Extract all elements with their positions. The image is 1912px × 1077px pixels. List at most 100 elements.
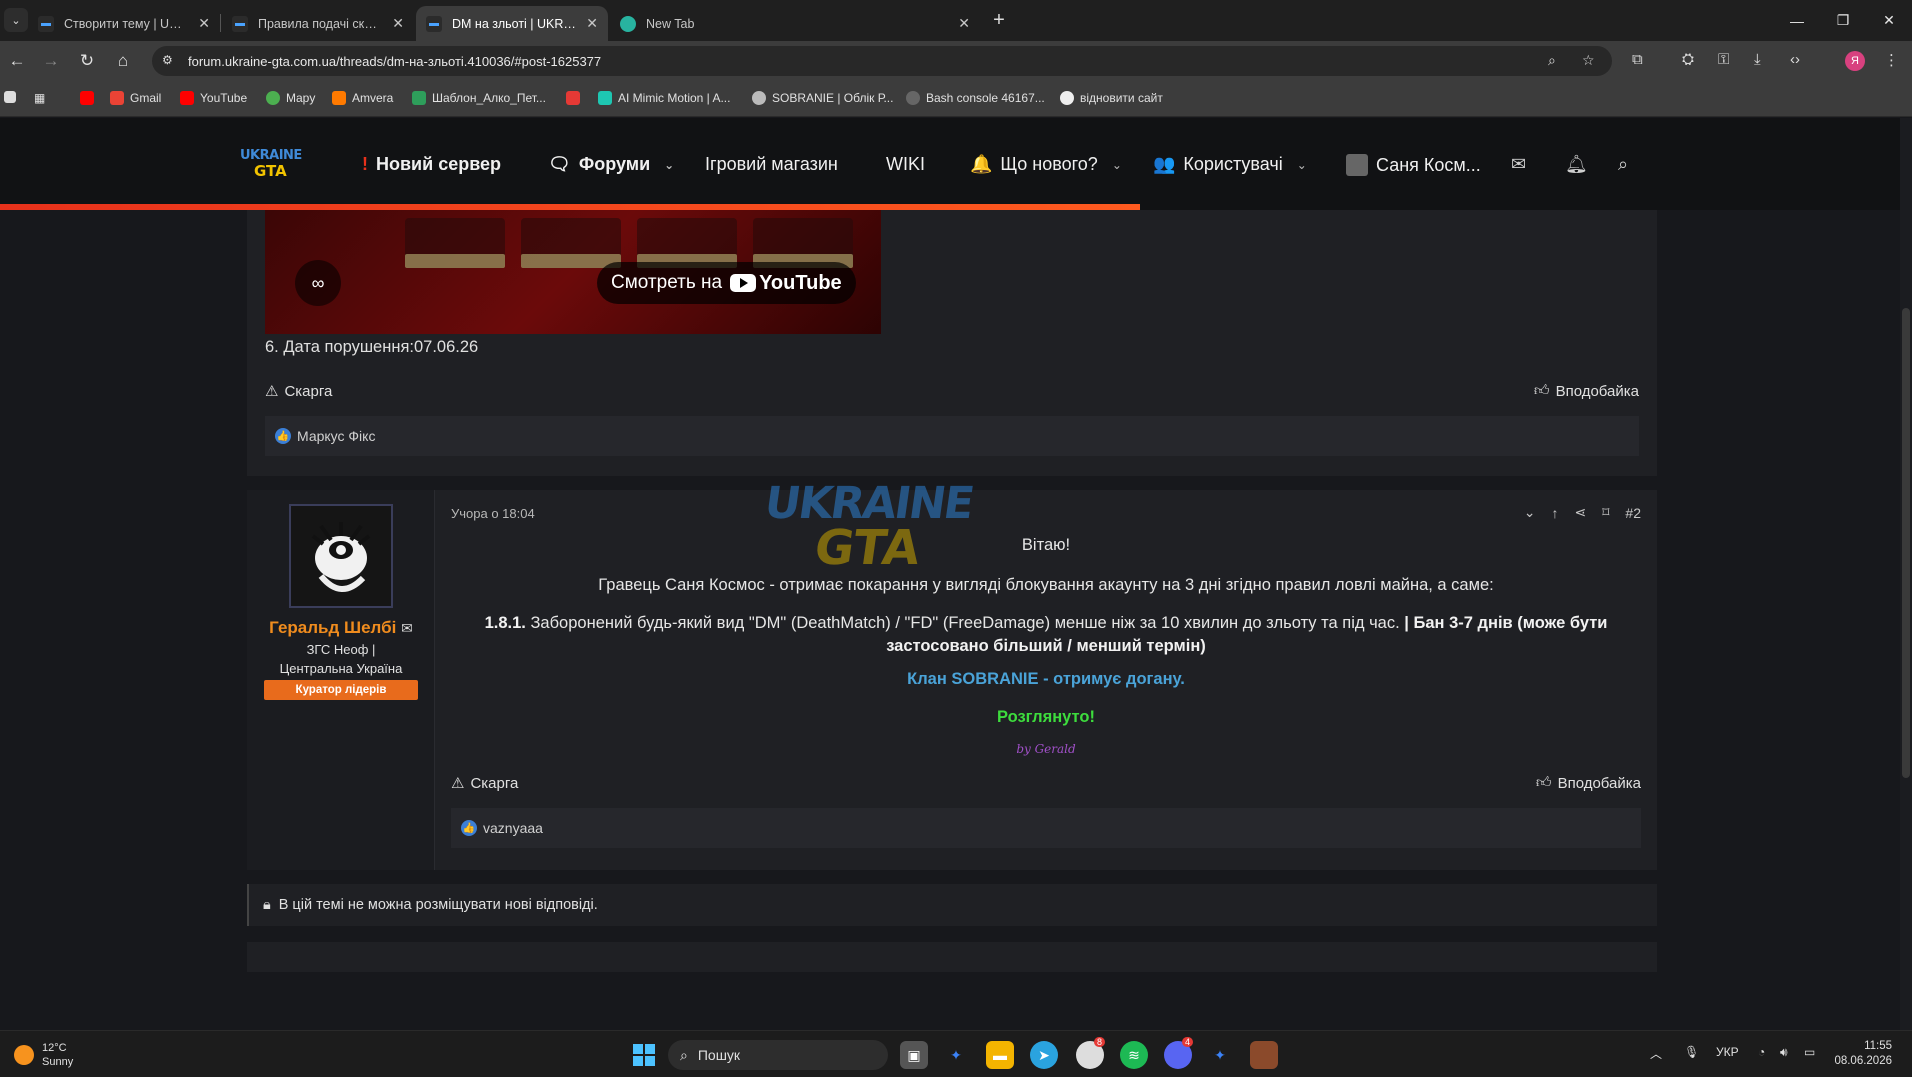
- reload-icon[interactable]: ↻: [74, 48, 100, 74]
- site-info-icon[interactable]: ⚙: [162, 53, 178, 69]
- telegram-icon[interactable]: ➤: [1030, 1041, 1058, 1069]
- nav-wiki[interactable]: WIKI: [886, 154, 925, 175]
- share-icon[interactable]: ⋖: [1575, 504, 1587, 521]
- bookmark-mapy[interactable]: Мapy: [266, 91, 315, 105]
- author-name[interactable]: Геральд Шелбі ✉: [247, 618, 435, 638]
- taskbar-search[interactable]: ⌕ Пошук: [668, 1040, 888, 1070]
- bookmark-ai-mimic[interactable]: AI Mimic Motion | A...: [598, 91, 730, 105]
- post-number[interactable]: #2: [1625, 505, 1641, 521]
- windows-start-icon[interactable]: [630, 1041, 658, 1069]
- arrow-up-icon[interactable]: ↑: [1552, 505, 1559, 521]
- bookmark-amvera[interactable]: Amvera: [332, 91, 393, 105]
- bookmark-red-figure[interactable]: [566, 91, 580, 105]
- discord-icon[interactable]: 4: [1164, 1037, 1194, 1069]
- bookmark-label: Gmail: [130, 91, 162, 105]
- chevron-down-icon[interactable]: ⌄: [1297, 158, 1307, 172]
- message-envelope-icon[interactable]: ✉: [401, 620, 413, 636]
- new-tab-button[interactable]: +: [987, 8, 1011, 32]
- devtools-code-icon[interactable]: ‹›: [1790, 51, 1800, 68]
- restore-button[interactable]: ❐: [1820, 0, 1866, 41]
- game-app-icon[interactable]: [1250, 1041, 1278, 1069]
- home-icon[interactable]: ⌂: [110, 48, 136, 74]
- nav-account[interactable]: Саня Косм...: [1346, 154, 1481, 176]
- back-arrow-icon[interactable]: ←: [4, 48, 30, 74]
- close-window-button[interactable]: ✕: [1866, 0, 1912, 41]
- author-avatar[interactable]: [289, 504, 393, 608]
- address-bar[interactable]: ⚙ forum.ukraine-gta.com.ua/threads/dm-на…: [152, 46, 1612, 76]
- bookmark-gmail[interactable]: Gmail: [110, 91, 161, 105]
- scrollbar-thumb[interactable]: [1902, 308, 1910, 778]
- reaction-user-link[interactable]: Маркус Фікс: [297, 428, 375, 444]
- password-key-icon[interactable]: ⚿: [1718, 51, 1729, 68]
- incognito-icon[interactable]: ⛭: [1682, 51, 1694, 68]
- close-tab-icon[interactable]: ✕: [198, 15, 210, 32]
- search-icon[interactable]: ⌕: [1618, 154, 1628, 175]
- nav-shop[interactable]: Ігровий магазин: [705, 154, 838, 175]
- youtube-embed[interactable]: ∞ Смотреть на YouTube: [265, 210, 881, 334]
- bookmark-icon[interactable]: ⌑: [1602, 504, 1609, 521]
- minimize-button[interactable]: —: [1774, 0, 1820, 41]
- zoom-icon[interactable]: ⌕: [1548, 52, 1556, 69]
- close-tab-icon[interactable]: ✕: [586, 15, 598, 32]
- site-logo[interactable]: UKRAINE GTA: [240, 148, 302, 182]
- nav-whats-new[interactable]: 🔔 Що нового? ⌄: [970, 154, 1122, 175]
- copy-link-icon[interactable]: ∞: [295, 260, 341, 306]
- close-tab-icon[interactable]: ✕: [392, 15, 404, 32]
- weather-widget[interactable]: 12°C Sunny: [14, 1041, 73, 1069]
- butterfly-app-2-icon[interactable]: ✦: [1206, 1041, 1234, 1069]
- tab-search-button[interactable]: ⌄: [4, 8, 28, 32]
- browser-tab-active[interactable]: DM на зльоті | UKRAINE GTA - ✕: [416, 6, 608, 41]
- forward-arrow-icon[interactable]: →: [38, 48, 64, 74]
- alerts-bell-icon[interactable]: 🔔︎: [1565, 154, 1588, 175]
- report-link[interactable]: ⚠ Скарга: [451, 774, 518, 793]
- butterfly-app-icon[interactable]: ✦: [942, 1041, 970, 1069]
- chrome-menu-icon[interactable]: ⋮: [1884, 51, 1899, 69]
- nav-forums[interactable]: 🗨 Форуми ⌄: [548, 154, 674, 175]
- task-view-icon[interactable]: ▣: [900, 1041, 928, 1069]
- wifi-icon[interactable]: ◔: [1758, 1045, 1765, 1059]
- browser-tab[interactable]: Створити тему | UKRAINE GTA ✕: [28, 6, 220, 41]
- close-tab-icon[interactable]: ✕: [958, 15, 970, 32]
- bookmark-sobranie[interactable]: SOBRANIE | Облік Р...: [752, 91, 893, 105]
- chevron-down-icon[interactable]: ⌄: [1112, 158, 1122, 172]
- nav-new-server[interactable]: ! Новий сервер: [362, 154, 501, 175]
- file-explorer-icon[interactable]: ▬: [986, 1041, 1014, 1069]
- browser-tab[interactable]: Правила подачі скарги чи оск... ✕: [222, 6, 414, 41]
- post-timestamp[interactable]: Учора о 18:04: [451, 506, 535, 521]
- bookmark-restore-site[interactable]: відновити сайт: [1060, 91, 1163, 105]
- chrome-icon[interactable]: 8: [1076, 1037, 1106, 1069]
- bookmark-star-icon[interactable]: ☆: [1582, 52, 1595, 69]
- spotify-icon[interactable]: ≋: [1120, 1041, 1148, 1069]
- system-clock[interactable]: 11:55 08.06.2026: [1834, 1039, 1892, 1069]
- like-link[interactable]: 👍︎ Вподобайка: [1536, 774, 1641, 792]
- microphone-icon[interactable]: 🎙︎: [1684, 1045, 1699, 1059]
- nav-users[interactable]: 👥 Користувачі ⌄: [1153, 154, 1307, 175]
- like-link[interactable]: 👍︎ Вподобайка: [1534, 382, 1639, 400]
- language-indicator[interactable]: УКР: [1716, 1045, 1739, 1059]
- watch-on-youtube-button[interactable]: Смотреть на YouTube: [597, 262, 856, 304]
- download-icon[interactable]: ⤓: [1754, 51, 1761, 68]
- profile-avatar[interactable]: Я: [1845, 51, 1865, 71]
- nav-label: Форуми: [578, 154, 651, 174]
- chevron-down-circle-icon[interactable]: ⌄: [1524, 504, 1536, 521]
- thumbs-up-icon: 👍︎: [1533, 382, 1550, 399]
- extensions-icon[interactable]: ⧉: [1632, 51, 1643, 68]
- report-link[interactable]: ⚠ Скарга: [265, 382, 332, 401]
- apps-grid-icon[interactable]: ▦: [34, 91, 45, 105]
- bookmark-bash-console[interactable]: Bash console 46167...: [906, 91, 1045, 105]
- address-bar-url[interactable]: forum.ukraine-gta.com.ua/threads/dm-на-з…: [188, 54, 601, 69]
- page-scrollbar[interactable]: [1900, 118, 1912, 1030]
- nav-label: Що нового?: [1000, 154, 1098, 174]
- sidebar-toggle-icon[interactable]: [4, 91, 16, 103]
- bookmark-label: SOBRANIE | Облік Р...: [772, 91, 894, 105]
- bookmark-template[interactable]: Шаблон_Алко_Пет...: [412, 91, 546, 105]
- reaction-user-link[interactable]: vaznyaaa: [483, 820, 543, 836]
- youtube-bookmark-icon[interactable]: [80, 91, 94, 105]
- volume-icon[interactable]: 🔊︎: [1780, 1045, 1788, 1060]
- chevron-down-icon[interactable]: ⌄: [664, 158, 674, 172]
- browser-tab[interactable]: New Tab ✕: [610, 6, 980, 41]
- battery-icon[interactable]: ▭: [1804, 1045, 1815, 1059]
- inbox-envelope-icon[interactable]: ✉: [1511, 154, 1526, 175]
- show-hidden-icons-chevron-icon[interactable]: ︿: [1650, 1045, 1662, 1062]
- bookmark-youtube[interactable]: YouTube: [180, 91, 247, 105]
